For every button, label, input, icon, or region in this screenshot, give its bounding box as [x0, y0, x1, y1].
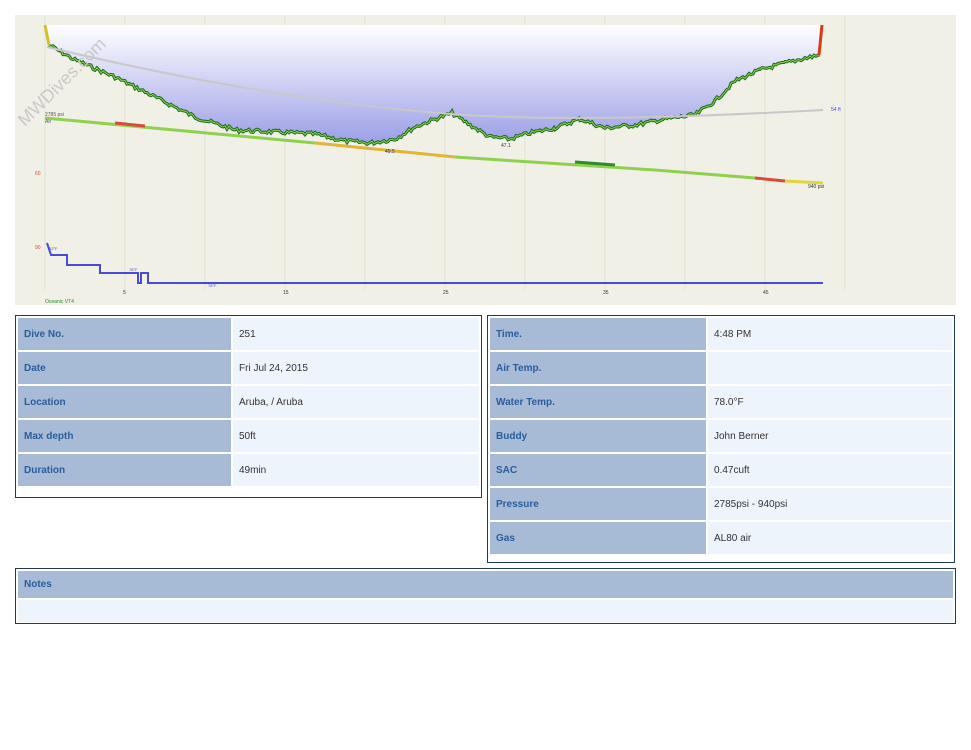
x-tick: 25 — [443, 290, 449, 296]
info-label: Date — [18, 352, 231, 384]
cond-value: 4:48 PM — [708, 318, 952, 350]
dive-info-table: Dive No. 251 Date Fri Jul 24, 2015 Locatio… — [16, 316, 481, 488]
cond-label: Water Temp. — [490, 386, 706, 418]
cond-row-air-temp: Air Temp. — [490, 352, 952, 384]
cond-row-water-temp: Water Temp. 78.0°F — [490, 386, 952, 418]
start-pressure-label: 2785 psi — [45, 112, 64, 118]
notes-panel: Notes — [15, 568, 956, 624]
dive-info-panel: Dive No. 251 Date Fri Jul 24, 2015 Locatio… — [15, 315, 482, 498]
cond-value: AL80 air — [708, 522, 952, 554]
notes-header: Notes — [18, 571, 953, 598]
temp-mid-label: 78°F — [129, 267, 138, 272]
cond-value — [708, 352, 952, 384]
cond-label: Time. — [490, 318, 706, 350]
conditions-table: Time. 4:48 PM Air Temp. Water Temp. 78.0°F… — [488, 316, 954, 556]
notes-body — [18, 600, 953, 622]
info-value: Aruba, / Aruba — [233, 386, 479, 418]
axis-label-60: 60 — [35, 171, 41, 177]
info-row-location: Location Aruba, / Aruba — [18, 386, 479, 418]
cond-label: Pressure — [490, 488, 706, 520]
cond-row-pressure: Pressure 2785psi - 940psi — [490, 488, 952, 520]
conditions-panel: Time. 4:48 PM Air Temp. Water Temp. 78.0°F… — [487, 315, 955, 563]
cond-label: Buddy — [490, 420, 706, 452]
max-depth-label: 49.5 — [385, 149, 395, 155]
info-value: 251 — [233, 318, 479, 350]
start-gas-label: Air — [45, 119, 51, 125]
x-tick: 5 — [123, 290, 126, 296]
end-pressure-label: 940 psi — [808, 184, 824, 190]
x-tick: 45 — [763, 290, 769, 296]
dive-profile-chart: MWDives.com 2785 psi Air 940 psi 49.5 47… — [15, 15, 956, 305]
info-label: Dive No. — [18, 318, 231, 350]
temp-start-label: 82°F — [49, 246, 58, 251]
info-value: 49min — [233, 454, 479, 486]
info-label: Duration — [18, 454, 231, 486]
cond-label: SAC — [490, 454, 706, 486]
cond-row-sac: SAC 0.47cuft — [490, 454, 952, 486]
cond-value: 2785psi - 940psi — [708, 488, 952, 520]
info-label: Max depth — [18, 420, 231, 452]
info-row-duration: Duration 49min — [18, 454, 479, 486]
cond-value: John Berner — [708, 420, 952, 452]
cond-row-gas: Gas AL80 air — [490, 522, 952, 554]
cond-label: Gas — [490, 522, 706, 554]
cond-row-buddy: Buddy John Berner — [490, 420, 952, 452]
info-row-date: Date Fri Jul 24, 2015 — [18, 352, 479, 384]
computer-label: Oceanic VT4 — [45, 299, 74, 305]
axis-label-90: 90 — [35, 245, 41, 251]
info-value: 50ft — [233, 420, 479, 452]
info-value: Fri Jul 24, 2015 — [233, 352, 479, 384]
cond-label: Air Temp. — [490, 352, 706, 384]
min-depth-label: 47.1 — [501, 143, 511, 149]
x-tick: 35 — [603, 290, 609, 296]
info-row-dive-no: Dive No. 251 — [18, 318, 479, 350]
info-label: Location — [18, 386, 231, 418]
x-tick: 15 — [283, 290, 289, 296]
cond-row-time: Time. 4:48 PM — [490, 318, 952, 350]
cond-value: 78.0°F — [708, 386, 952, 418]
temp-end-label: 78°F — [208, 283, 217, 288]
cond-value: 0.47cuft — [708, 454, 952, 486]
info-row-max-depth: Max depth 50ft — [18, 420, 479, 452]
rhs-depth-label: 54 ft — [831, 107, 841, 113]
